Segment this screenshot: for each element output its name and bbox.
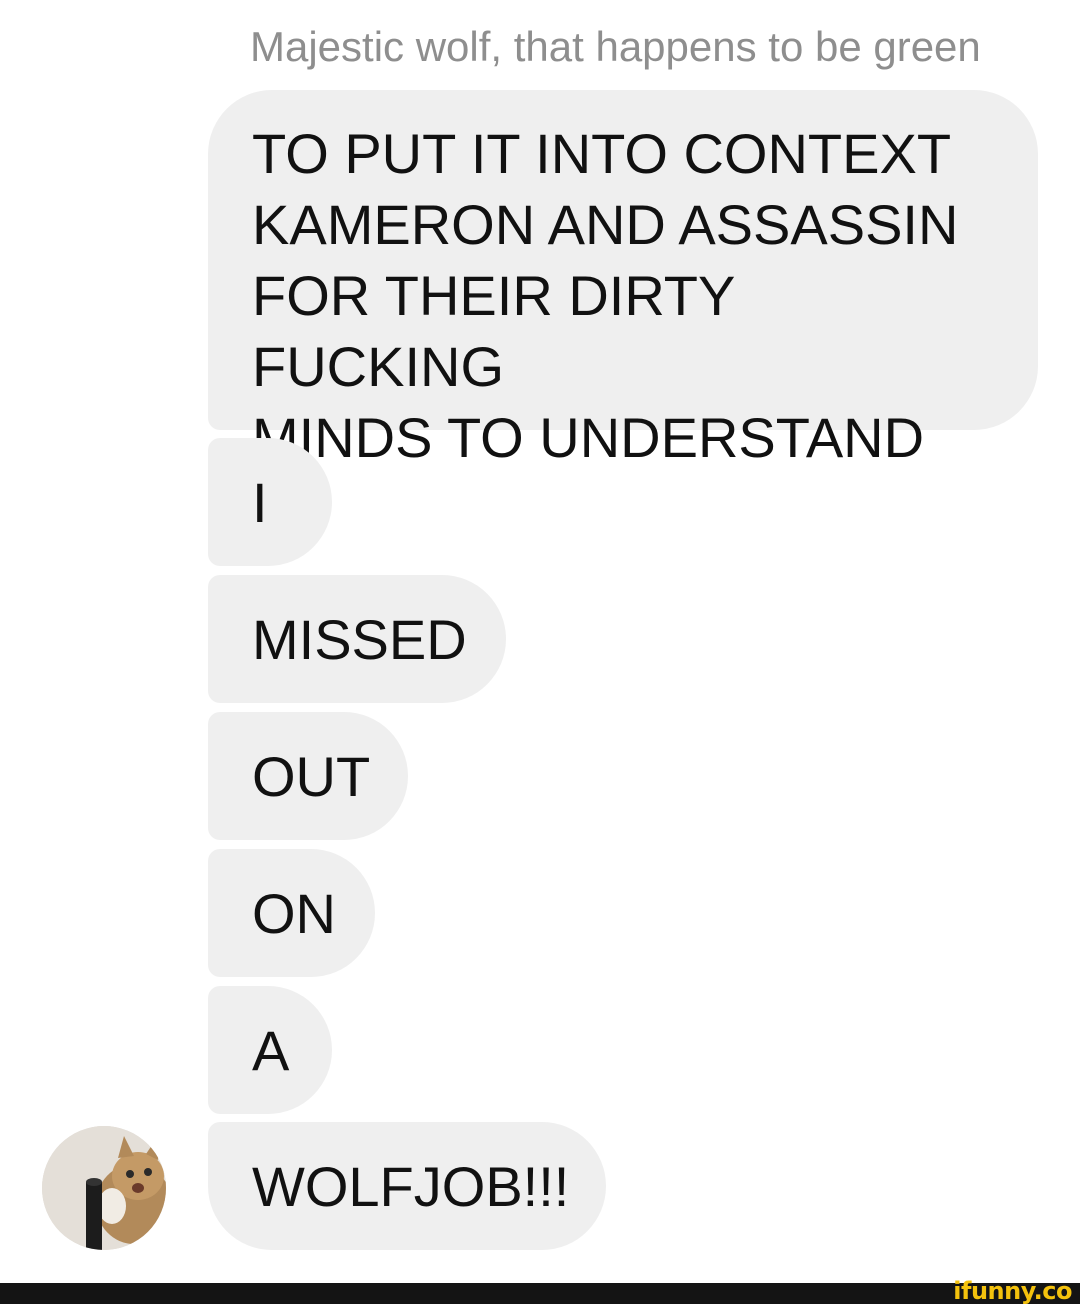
reply-quote-text: Majestic wolf, that happens to be green bbox=[250, 23, 981, 70]
message-bubble-5[interactable]: ON bbox=[208, 849, 375, 977]
message-bubble-6[interactable]: A bbox=[208, 986, 332, 1114]
message-text: OUT bbox=[252, 744, 371, 808]
message-bubble-1[interactable]: TO PUT IT INTO CONTEXT KAMERON AND ASSAS… bbox=[208, 90, 1038, 469]
ifunny-watermark: ifunny.co bbox=[953, 1277, 1072, 1305]
message-text: ON bbox=[252, 881, 336, 945]
footer-bar bbox=[0, 1283, 1080, 1304]
sender-avatar[interactable] bbox=[42, 1126, 166, 1250]
message-text: MISSED bbox=[252, 607, 467, 671]
message-bubble-7[interactable]: WOLFJOB!!! bbox=[208, 1122, 606, 1250]
message-text: A bbox=[252, 1018, 290, 1082]
message-bubble-3[interactable]: MISSED bbox=[208, 575, 506, 703]
message-text: WOLFJOB!!! bbox=[252, 1154, 570, 1218]
message-bubble-2[interactable]: I bbox=[208, 438, 332, 566]
cat-photo-icon bbox=[42, 1126, 166, 1250]
message-text: TO PUT IT INTO CONTEXT KAMERON AND ASSAS… bbox=[252, 122, 959, 469]
message-bubble-4[interactable]: OUT bbox=[208, 712, 408, 840]
message-text: I bbox=[252, 470, 268, 534]
